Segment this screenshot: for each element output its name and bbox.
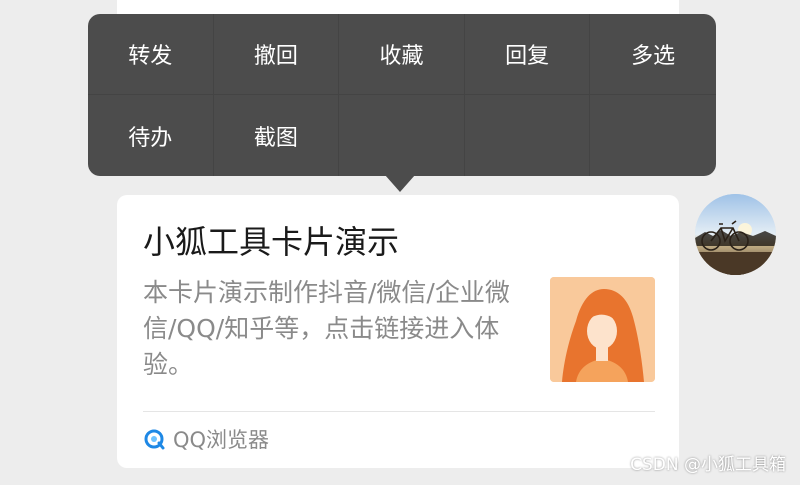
avatar[interactable] bbox=[695, 194, 776, 275]
menu-item-favorite[interactable]: 收藏 bbox=[339, 14, 465, 95]
menu-item-empty bbox=[339, 95, 465, 176]
menu-item-recall[interactable]: 撤回 bbox=[213, 14, 340, 95]
qq-browser-icon bbox=[144, 429, 165, 450]
menu-item-todo[interactable]: 待办 bbox=[88, 95, 214, 176]
female-avatar-illustration-icon bbox=[550, 277, 655, 382]
card-source: QQ浏览器 bbox=[143, 425, 269, 453]
context-menu-pointer bbox=[385, 175, 415, 192]
link-card-message[interactable]: 小狐工具卡片演示 本卡片演示制作抖音/微信/企业微信/QQ/知乎等，点击链接进入… bbox=[117, 195, 679, 468]
menu-item-empty bbox=[590, 95, 716, 176]
menu-item-multi-select[interactable]: 多选 bbox=[590, 14, 716, 95]
watermark: CSDN @小狐工具箱 bbox=[630, 455, 786, 475]
menu-item-screenshot[interactable]: 截图 bbox=[214, 95, 340, 176]
card-source-label: QQ浏览器 bbox=[173, 428, 270, 452]
message-context-menu: 转发 撤回 收藏 回复 多选 待办 截图 bbox=[88, 14, 716, 176]
menu-item-reply[interactable]: 回复 bbox=[464, 14, 591, 95]
card-description: 本卡片演示制作抖音/微信/企业微信/QQ/知乎等，点击链接进入体验。 bbox=[143, 278, 510, 379]
menu-item-forward[interactable]: 转发 bbox=[88, 14, 214, 95]
card-divider bbox=[143, 411, 655, 412]
bicycle-photo-avatar-icon bbox=[695, 194, 776, 275]
card-title: 小狐工具卡片演示 bbox=[143, 223, 400, 261]
menu-item-empty bbox=[465, 95, 591, 176]
card-thumbnail bbox=[550, 277, 655, 382]
context-menu-grid: 转发 撤回 收藏 回复 多选 待办 截图 bbox=[88, 14, 716, 176]
